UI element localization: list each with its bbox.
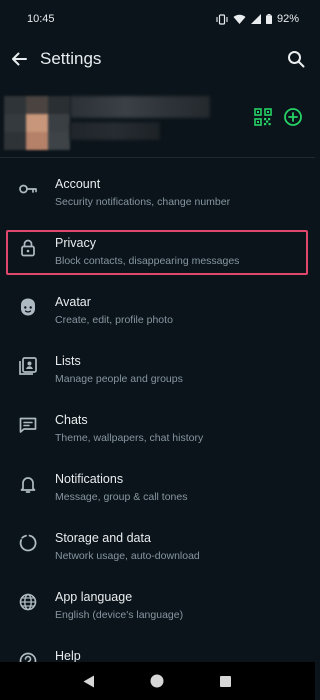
battery-percent: 92%	[276, 13, 299, 25]
qr-code-icon[interactable]	[254, 108, 272, 126]
settings-item-subtitle: Manage people and groups	[55, 373, 183, 385]
contact-list-icon	[19, 357, 37, 375]
settings-item-subtitle: Block contacts, disappearing messages	[55, 255, 240, 267]
storage-circle-icon	[19, 534, 37, 552]
settings-item-title: Help	[55, 649, 81, 663]
settings-item-title: Avatar	[55, 295, 91, 309]
wifi-icon	[233, 14, 246, 24]
settings-item-account[interactable]: Account Security notifications, change n…	[0, 162, 315, 221]
settings-item-language[interactable]: App language English (device's language)	[0, 575, 315, 634]
settings-item-subtitle: Create, edit, profile photo	[55, 314, 173, 326]
settings-item-subtitle: Message, group & call tones	[55, 491, 188, 503]
divider	[0, 157, 315, 158]
settings-item-title: Privacy	[55, 236, 96, 250]
profile-name-redacted	[70, 96, 210, 118]
home-circle-icon[interactable]	[149, 673, 165, 689]
settings-item-title: Account	[55, 177, 101, 191]
status-bar: 10:45 92%	[0, 0, 315, 38]
settings-item-title: Chats	[55, 413, 88, 427]
profile-header[interactable]	[0, 88, 315, 150]
back-triangle-icon[interactable]	[81, 673, 97, 689]
settings-item-subtitle: Security notifications, change number	[55, 196, 231, 208]
settings-item-notifications[interactable]: Notifications Message, group & call tone…	[0, 457, 315, 516]
system-nav-bar	[0, 662, 315, 700]
status-time: 10:45	[27, 13, 55, 25]
settings-item-title: App language	[55, 590, 133, 604]
app-bar: Settings	[0, 38, 315, 84]
page-title: Settings	[40, 49, 102, 68]
vibrate-icon	[216, 13, 228, 25]
globe-icon	[19, 593, 37, 611]
bell-icon	[20, 477, 36, 493]
settings-item-subtitle: Theme, wallpapers, chat history	[55, 432, 204, 444]
settings-item-lists[interactable]: Lists Manage people and groups	[0, 339, 315, 398]
settings-item-privacy[interactable]: Privacy Block contacts, disappearing mes…	[0, 221, 315, 280]
profile-about-redacted	[70, 122, 160, 140]
signal-icon	[250, 14, 261, 24]
settings-item-title: Lists	[55, 354, 81, 368]
avatar-face-icon	[21, 298, 35, 316]
settings-screen: 10:45 92% Settings Account Security noti…	[0, 0, 315, 700]
battery-icon	[265, 14, 272, 24]
avatar[interactable]	[4, 96, 70, 150]
settings-item-title: Storage and data	[55, 531, 151, 545]
settings-item-subtitle: Network usage, auto-download	[55, 550, 200, 562]
settings-item-subtitle: English (device's language)	[55, 609, 184, 621]
settings-list: Account Security notifications, change n…	[0, 162, 315, 693]
arrow-left-icon[interactable]	[8, 48, 30, 70]
recents-square-icon[interactable]	[218, 673, 234, 689]
status-icons: 92%	[216, 13, 299, 25]
search-icon[interactable]	[285, 48, 307, 70]
settings-item-title: Notifications	[55, 472, 124, 486]
lock-icon	[21, 239, 35, 257]
settings-item-avatar[interactable]: Avatar Create, edit, profile photo	[0, 280, 315, 339]
key-icon	[19, 184, 37, 194]
add-circle-icon[interactable]	[283, 107, 303, 127]
chat-icon	[19, 417, 37, 433]
settings-item-storage[interactable]: Storage and data Network usage, auto-dow…	[0, 516, 315, 575]
settings-item-chats[interactable]: Chats Theme, wallpapers, chat history	[0, 398, 315, 457]
